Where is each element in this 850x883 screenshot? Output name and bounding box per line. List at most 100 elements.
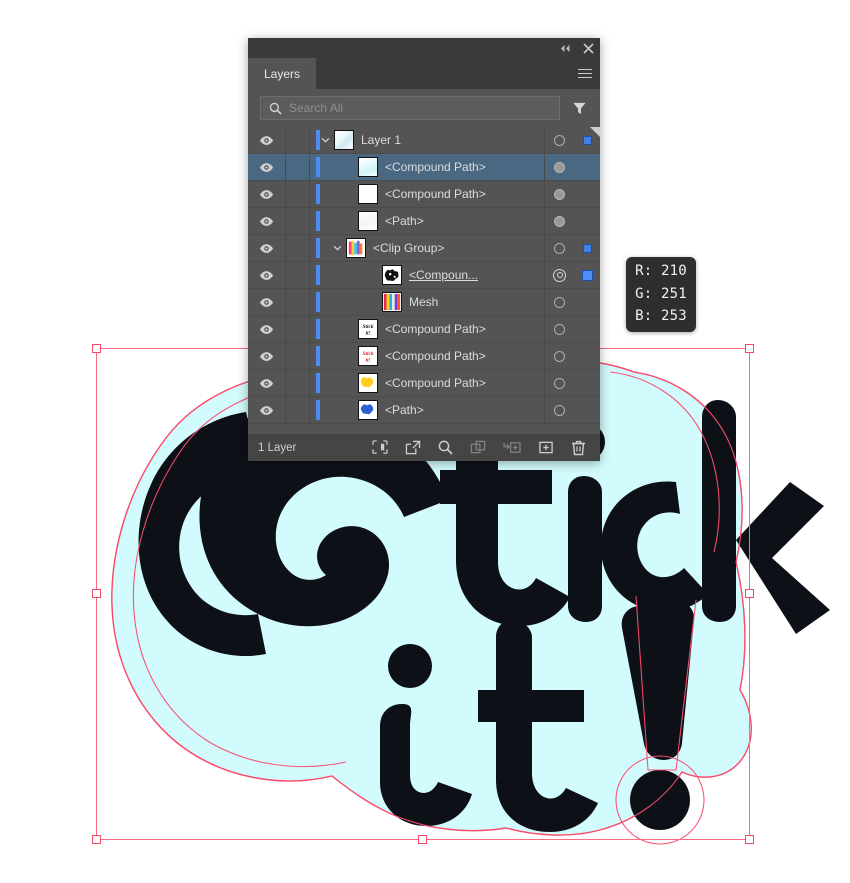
layer-row[interactable]: Stick it! <Compound Path> — [248, 316, 600, 343]
selection-column[interactable] — [574, 370, 600, 396]
release-to-layers-icon[interactable] — [405, 440, 421, 455]
lock-toggle[interactable] — [286, 262, 310, 288]
layer-thumbnail[interactable] — [358, 373, 378, 393]
visibility-toggle[interactable] — [248, 208, 286, 234]
target-column[interactable] — [544, 343, 574, 369]
filter-icon[interactable] — [568, 101, 590, 116]
lock-toggle[interactable] — [286, 316, 310, 342]
lock-toggle[interactable] — [286, 127, 310, 153]
layer-row-body[interactable]: <Compound Path> — [310, 154, 544, 180]
target-indicator[interactable] — [554, 134, 565, 146]
lock-toggle[interactable] — [286, 235, 310, 261]
layer-row[interactable]: <Compound Path> — [248, 370, 600, 397]
visibility-toggle[interactable] — [248, 397, 286, 423]
create-new-layer-icon[interactable] — [538, 440, 554, 455]
visibility-toggle[interactable] — [248, 289, 286, 315]
layer-row-body[interactable]: Stick it! <Compound Path> — [310, 343, 544, 369]
delete-selection-icon[interactable] — [571, 440, 586, 456]
visibility-toggle[interactable] — [248, 343, 286, 369]
lock-toggle[interactable] — [286, 343, 310, 369]
layers-panel[interactable]: Layers Search All Layer 1 <Compound Path>… — [248, 38, 600, 461]
visibility-toggle[interactable] — [248, 127, 286, 153]
visibility-toggle[interactable] — [248, 235, 286, 261]
visibility-toggle[interactable] — [248, 154, 286, 180]
layer-thumbnail[interactable] — [358, 184, 378, 204]
layer-thumbnail[interactable] — [334, 130, 354, 150]
target-column[interactable] — [544, 235, 574, 261]
layer-row-body[interactable]: <Clip Group> — [310, 235, 544, 261]
search-input[interactable]: Search All — [260, 96, 560, 120]
selection-column[interactable] — [574, 208, 600, 234]
search-icon[interactable] — [438, 440, 453, 455]
layer-row-body[interactable]: <Path> — [310, 397, 544, 423]
layer-row[interactable]: Layer 1 — [248, 127, 600, 154]
target-indicator[interactable] — [554, 404, 565, 416]
lock-toggle[interactable] — [286, 370, 310, 396]
layer-thumbnail[interactable]: Stick it! — [358, 319, 378, 339]
target-indicator[interactable] — [554, 377, 565, 389]
layer-thumbnail[interactable] — [358, 211, 378, 231]
layer-thumbnail[interactable] — [358, 400, 378, 420]
selection-column[interactable] — [574, 343, 600, 369]
layer-thumbnail[interactable] — [346, 238, 366, 258]
target-column[interactable] — [544, 262, 574, 288]
layer-row[interactable]: Mesh — [248, 289, 600, 316]
collapse-panel-icon[interactable] — [560, 44, 571, 53]
layer-row[interactable]: <Compoun... — [248, 262, 600, 289]
disclosure-triangle[interactable] — [328, 245, 346, 251]
target-indicator[interactable] — [554, 323, 565, 335]
close-icon[interactable] — [583, 42, 594, 54]
layer-row-body[interactable]: <Compoun... — [310, 262, 544, 288]
target-column[interactable] — [544, 208, 574, 234]
lock-toggle[interactable] — [286, 397, 310, 423]
layer-row[interactable]: <Path> — [248, 397, 600, 424]
layer-thumbnail[interactable] — [358, 157, 378, 177]
layer-thumbnail[interactable] — [382, 265, 402, 285]
layer-row[interactable]: <Path> — [248, 208, 600, 235]
target-column[interactable] — [544, 289, 574, 315]
layer-row[interactable]: <Compound Path> — [248, 181, 600, 208]
selection-column[interactable] — [574, 289, 600, 315]
layer-row-body[interactable]: <Path> — [310, 208, 544, 234]
layer-row-body[interactable]: Stick it! <Compound Path> — [310, 316, 544, 342]
target-indicator[interactable] — [554, 350, 565, 362]
selection-column[interactable] — [574, 235, 600, 261]
layer-row-body[interactable]: Mesh — [310, 289, 544, 315]
collect-for-export-icon[interactable] — [470, 440, 486, 455]
target-column[interactable] — [544, 127, 574, 153]
visibility-toggle[interactable] — [248, 262, 286, 288]
target-column[interactable] — [544, 370, 574, 396]
locate-object-icon[interactable] — [372, 440, 388, 455]
layer-thumbnail[interactable] — [382, 292, 402, 312]
layer-row-body[interactable]: <Compound Path> — [310, 370, 544, 396]
target-indicator-filled[interactable] — [554, 215, 565, 227]
target-column[interactable] — [544, 154, 574, 180]
layer-row-body[interactable]: <Compound Path> — [310, 181, 544, 207]
layer-row-body[interactable]: Layer 1 — [310, 127, 544, 153]
selection-column[interactable] — [574, 181, 600, 207]
visibility-toggle[interactable] — [248, 316, 286, 342]
target-column[interactable] — [544, 397, 574, 423]
target-indicator-filled[interactable] — [554, 161, 565, 173]
selection-color-swatch[interactable] — [582, 243, 592, 253]
layer-row[interactable]: <Clip Group> — [248, 235, 600, 262]
layer-thumbnail[interactable]: Stick it! — [358, 346, 378, 366]
target-indicator[interactable] — [554, 242, 565, 254]
visibility-toggle[interactable] — [248, 370, 286, 396]
target-column[interactable] — [544, 316, 574, 342]
selection-column[interactable] — [574, 316, 600, 342]
target-indicator[interactable] — [554, 296, 565, 308]
layer-row[interactable]: <Compound Path> — [248, 154, 600, 181]
lock-toggle[interactable] — [286, 181, 310, 207]
layer-rows-list[interactable]: Layer 1 <Compound Path> <Compound Path> <Pa… — [248, 127, 600, 434]
selection-column[interactable] — [574, 397, 600, 423]
lock-toggle[interactable] — [286, 154, 310, 180]
tab-layers[interactable]: Layers — [248, 58, 317, 89]
selection-column[interactable] — [574, 154, 600, 180]
selection-column[interactable] — [574, 262, 600, 288]
panel-menu-icon[interactable] — [578, 58, 592, 89]
selection-color-swatch-active[interactable] — [581, 269, 593, 281]
make-sublayer-icon[interactable] — [503, 440, 521, 455]
layer-row[interactable]: Stick it! <Compound Path> — [248, 343, 600, 370]
target-column[interactable] — [544, 181, 574, 207]
